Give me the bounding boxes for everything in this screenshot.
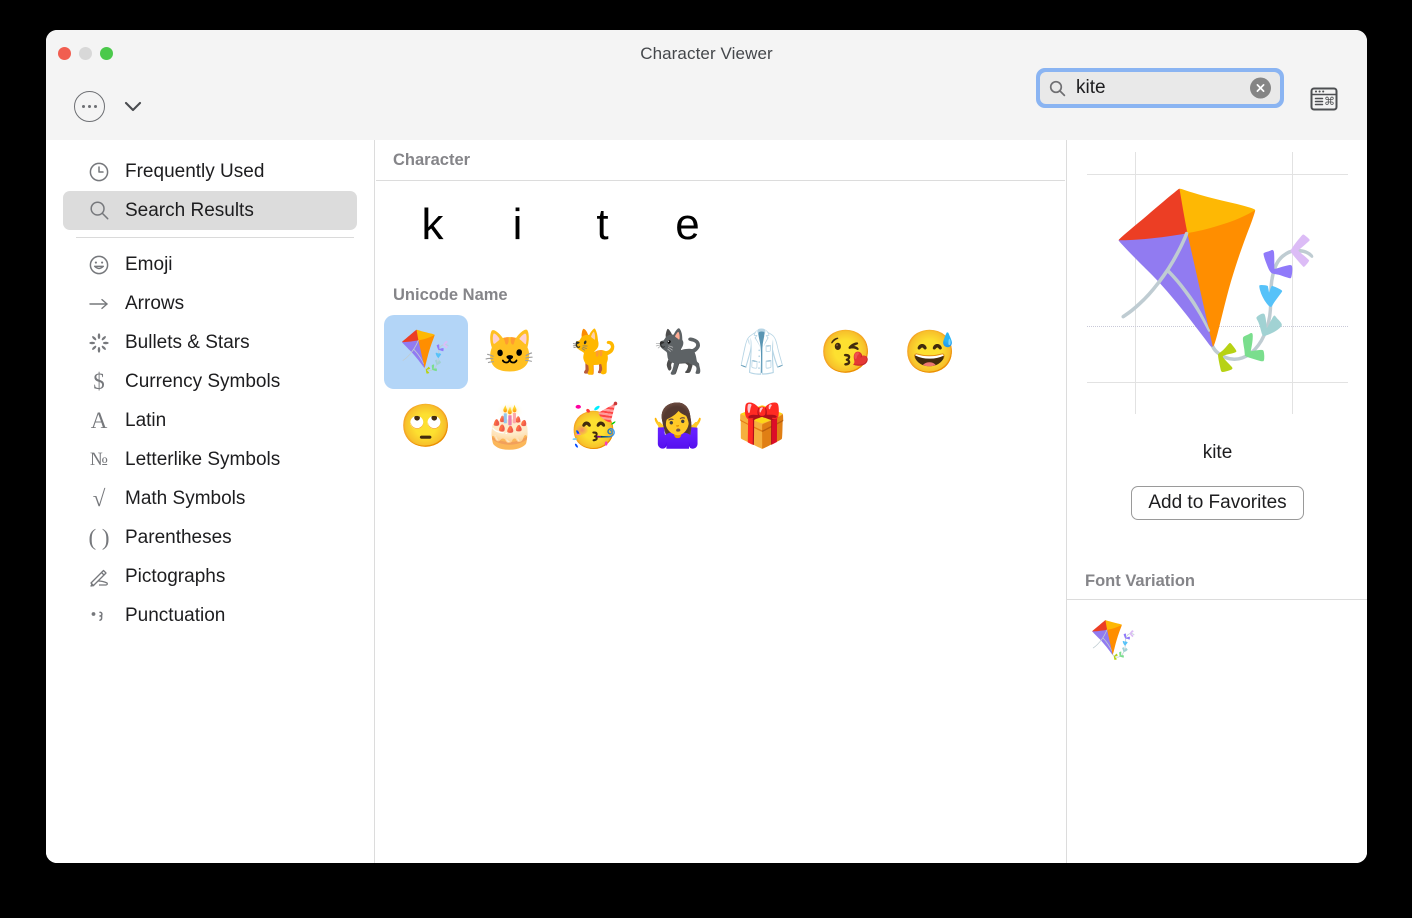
sidebar: Frequently Used Search Results (46, 140, 375, 863)
sidebar-item-label: Math Symbols (125, 488, 245, 510)
window-body: Frequently Used Search Results (46, 140, 1367, 863)
character-viewer-window: Character Viewer (46, 30, 1367, 863)
svg-text:⌘: ⌘ (1324, 96, 1335, 108)
results-panel: Character k i t e Unicode Name 🪁 🐱 🐈 🐈‍⬛… (376, 140, 1065, 863)
detail-panel: 🪁 kite Add to Favorites Font Variation 🪁 (1066, 140, 1367, 863)
emoji-cell[interactable]: 🐱 (468, 315, 552, 389)
preview-glyph: 🪁 (1067, 140, 1367, 420)
character-cell[interactable]: k (390, 193, 475, 257)
sidebar-item-punctuation[interactable]: Punctuation (63, 596, 357, 635)
favorites-button-container: Add to Favorites (1067, 486, 1367, 520)
unicode-name-section-heading: Unicode Name (376, 269, 1065, 315)
character-section-heading: Character (376, 140, 1065, 181)
sidebar-item-latin[interactable]: A Latin (63, 401, 357, 440)
add-to-favorites-button[interactable]: Add to Favorites (1131, 486, 1303, 520)
sidebar-item-label: Punctuation (125, 605, 225, 627)
sidebar-item-frequently-used[interactable]: Frequently Used (63, 152, 357, 191)
emoji-cell[interactable]: 🐈 (552, 315, 636, 389)
sidebar-item-pictographs[interactable]: Pictographs (63, 557, 357, 596)
character-name: kite (1067, 442, 1367, 464)
character-cell[interactable]: t (560, 193, 645, 257)
sidebar-divider (76, 237, 354, 238)
emoji-cell[interactable]: 🥼 (720, 315, 804, 389)
dot-icon (82, 105, 85, 108)
sidebar-item-bullets-and-stars[interactable]: Bullets & Stars (63, 323, 357, 362)
font-variation-cell[interactable]: 🪁 (1089, 616, 1139, 666)
sidebar-item-parentheses[interactable]: ( ) Parentheses (63, 518, 357, 557)
radical-icon: √ (86, 486, 112, 512)
sidebar-item-label: Emoji (125, 254, 173, 276)
dot-icon (88, 105, 91, 108)
search-field-focus-ring (1036, 68, 1284, 108)
sidebar-item-letterlike-symbols[interactable]: № Letterlike Symbols (63, 440, 357, 479)
sidebar-item-label: Arrows (125, 293, 184, 315)
sidebar-item-label: Pictographs (125, 566, 225, 588)
sidebar-item-label: Parentheses (125, 527, 232, 549)
font-variation-heading: Font Variation (1067, 563, 1367, 600)
character-preview: 🪁 (1067, 140, 1367, 420)
dot-icon (94, 105, 97, 108)
letter-a-icon: A (86, 408, 112, 434)
dollar-icon: $ (86, 369, 112, 395)
writing-hand-icon (86, 564, 112, 590)
sidebar-item-label: Frequently Used (125, 161, 264, 183)
sidebar-item-emoji[interactable]: Emoji (63, 245, 357, 284)
more-options-button[interactable] (74, 91, 105, 122)
numero-icon: № (86, 447, 112, 473)
font-variation-grid: 🪁 (1067, 600, 1367, 666)
asterisk-icon (86, 330, 112, 356)
smiley-icon (86, 252, 112, 278)
sidebar-item-label: Search Results (125, 200, 254, 222)
emoji-cell[interactable]: 🪁 (384, 315, 468, 389)
emoji-cell[interactable]: 🥳 (552, 389, 636, 463)
sidebar-item-label: Currency Symbols (125, 371, 280, 393)
character-results-row: k i t e (376, 181, 1065, 269)
emoji-cell[interactable]: 🎁 (720, 389, 804, 463)
search-input[interactable] (1076, 77, 1226, 99)
clear-search-button[interactable] (1250, 78, 1271, 99)
sidebar-item-search-results[interactable]: Search Results (63, 191, 357, 230)
emoji-cell[interactable]: 😅 (888, 315, 972, 389)
window-title: Character Viewer (46, 44, 1367, 64)
arrow-right-icon (86, 291, 112, 317)
punctuation-icon (86, 603, 112, 629)
emoji-cell[interactable]: 🐈‍⬛ (636, 315, 720, 389)
emoji-cell[interactable]: 🎂 (468, 389, 552, 463)
search-icon (86, 198, 112, 224)
emoji-cell[interactable]: 😘 (804, 315, 888, 389)
character-cell[interactable]: e (645, 193, 730, 257)
emoji-cell[interactable]: 🤷‍♀️ (636, 389, 720, 463)
search-field[interactable] (1040, 72, 1280, 104)
sidebar-item-math-symbols[interactable]: √ Math Symbols (63, 479, 357, 518)
clock-icon (86, 159, 112, 185)
unicode-name-results-grid: 🪁 🐱 🐈 🐈‍⬛ 🥼 😘 😅 🙄 🎂 🥳 🤷‍♀️ 🎁 (376, 315, 1004, 463)
emoji-cell[interactable]: 🙄 (384, 389, 468, 463)
keyboard-viewer-button[interactable]: ⌘ (1308, 86, 1340, 112)
parentheses-icon: ( ) (86, 525, 112, 551)
chevron-down-icon[interactable] (120, 93, 146, 119)
character-cell[interactable]: i (475, 193, 560, 257)
sidebar-item-label: Letterlike Symbols (125, 449, 280, 471)
search-icon (1049, 80, 1066, 97)
sidebar-item-arrows[interactable]: Arrows (63, 284, 357, 323)
sidebar-item-label: Bullets & Stars (125, 332, 250, 354)
sidebar-item-currency-symbols[interactable]: $ Currency Symbols (63, 362, 357, 401)
window-toolbar: Character Viewer (46, 30, 1367, 141)
sidebar-item-label: Latin (125, 410, 166, 432)
